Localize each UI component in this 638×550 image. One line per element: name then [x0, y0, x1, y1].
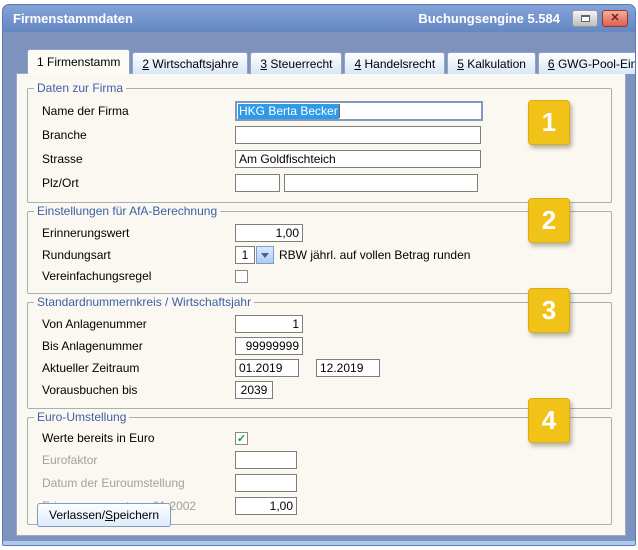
chevron-down-icon [261, 253, 269, 258]
step-badge-1: 1 [528, 100, 570, 145]
values-in-euro-checkbox[interactable]: ✓ [235, 432, 248, 445]
form-row: Strasse [42, 147, 611, 171]
company-name-field[interactable]: HKG Berta Becker [235, 101, 483, 121]
group-legend: Euro-Umstellung [34, 410, 129, 424]
restore-button[interactable] [572, 10, 598, 27]
group-legend: Daten zur Firma [34, 81, 126, 95]
form-row: Plz/Ort [42, 171, 611, 195]
period-end-field[interactable] [316, 359, 380, 377]
text-caret [339, 104, 340, 118]
form-row: Erinnerungswert [42, 222, 611, 244]
tab-strip: 1 Firmenstamm 2 Wirtschaftsjahre 3 Steue… [27, 51, 636, 74]
group-daten-zur-firma: Daten zur Firma Name der Firma HKG Berta… [27, 88, 612, 203]
euro-conversion-date-label: Datum der Euroumstellung [42, 476, 235, 490]
restore-icon [581, 15, 590, 22]
prebook-until-field[interactable] [235, 381, 273, 399]
euro-conversion-date-field[interactable] [235, 474, 297, 492]
from-asset-number-label: Von Anlagenummer [42, 317, 235, 331]
screen: Firmenstammdaten Buchungsengine 5.584 ✕ … [0, 0, 638, 550]
rounding-type-label: Rundungsart [42, 248, 235, 262]
euro-factor-field[interactable] [235, 451, 297, 469]
memo-value-field[interactable] [235, 224, 303, 242]
form-row: Rundungsart RBW jährl. auf vollen Betrag… [42, 244, 611, 266]
tab-wirtschaftsjahre[interactable]: 2 Wirtschaftsjahre [132, 52, 248, 74]
tab-gwg-pool-einstellungen[interactable]: 6 GWG-Pool-Einstellungen [538, 52, 636, 74]
rounding-type-field[interactable] [235, 246, 255, 264]
close-button[interactable]: ✕ [602, 10, 628, 27]
tab-handelsrecht[interactable]: 4 Handelsrecht [344, 52, 445, 74]
simplification-rule-checkbox[interactable] [235, 270, 248, 283]
form-row: Eurofaktor [42, 448, 611, 471]
step-badge-4: 4 [528, 398, 570, 443]
company-name-label: Name der Firma [42, 104, 235, 118]
values-in-euro-label: Werte bereits in Euro [42, 431, 235, 445]
euro-factor-label: Eurofaktor [42, 453, 235, 467]
form-row: Vorausbuchen bis [42, 379, 611, 401]
group-afa-berechnung: Einstellungen für AfA-Berechnung Erinner… [27, 211, 612, 294]
tab-kalkulation[interactable]: 5 Kalkulation [447, 52, 536, 74]
branch-field[interactable] [235, 126, 481, 144]
tab-firmenstamm[interactable]: 1 Firmenstamm [27, 49, 130, 74]
form-row: Branche [42, 123, 611, 147]
branch-label: Branche [42, 128, 235, 142]
from-asset-number-field[interactable] [235, 315, 303, 333]
street-label: Strasse [42, 152, 235, 166]
form-row: Name der Firma HKG Berta Becker [42, 99, 611, 123]
selected-text: HKG Berta Becker [238, 104, 339, 119]
rounding-type-description: RBW jährl. auf vollen Betrag runden [279, 248, 470, 262]
window-bottom-edge [3, 541, 635, 545]
group-legend: Standardnummernkreis / Wirtschaftsjahr [34, 295, 254, 309]
form-row: Vereinfachungsregel [42, 266, 611, 286]
group-nummernkreis-wirtschaftsjahr: Standardnummernkreis / Wirtschaftsjahr V… [27, 302, 612, 409]
current-period-label: Aktueller Zeitraum [42, 361, 235, 375]
prebook-until-label: Vorausbuchen bis [42, 383, 235, 397]
tab-steuerrecht[interactable]: 3 Steuerrecht [250, 52, 342, 74]
to-asset-number-label: Bis Anlagenummer [42, 339, 235, 353]
city-field[interactable] [284, 174, 478, 192]
leave-save-button[interactable]: Verlassen/Speichern [37, 503, 171, 527]
memo-value-before-2002-field[interactable] [235, 497, 297, 515]
form-row: Werte bereits in Euro ✓ [42, 428, 611, 448]
zip-field[interactable] [235, 174, 280, 192]
to-asset-number-field[interactable] [235, 337, 303, 355]
form-row: Aktueller Zeitraum [42, 357, 611, 379]
memo-value-label: Erinnerungswert [42, 226, 235, 240]
form-row: Bis Anlagenummer [42, 335, 611, 357]
app-version: Buchungsengine 5.584 [418, 11, 560, 26]
step-badge-3: 3 [528, 288, 570, 333]
close-icon: ✕ [610, 13, 619, 24]
app-window: Firmenstammdaten Buchungsengine 5.584 ✕ … [2, 4, 636, 546]
rounding-type-dropdown-button[interactable] [256, 246, 274, 264]
step-badge-2: 2 [528, 198, 570, 243]
street-field[interactable] [235, 150, 481, 168]
group-legend: Einstellungen für AfA-Berechnung [34, 204, 220, 218]
simplification-rule-label: Vereinfachungsregel [42, 269, 235, 283]
period-start-field[interactable] [235, 359, 299, 377]
form-row: Von Anlagenummer [42, 313, 611, 335]
zip-city-label: Plz/Ort [42, 176, 235, 190]
window-title: Firmenstammdaten [13, 11, 418, 26]
title-bar: Firmenstammdaten Buchungsengine 5.584 ✕ [3, 5, 635, 32]
form-row: Datum der Euroumstellung [42, 471, 611, 494]
